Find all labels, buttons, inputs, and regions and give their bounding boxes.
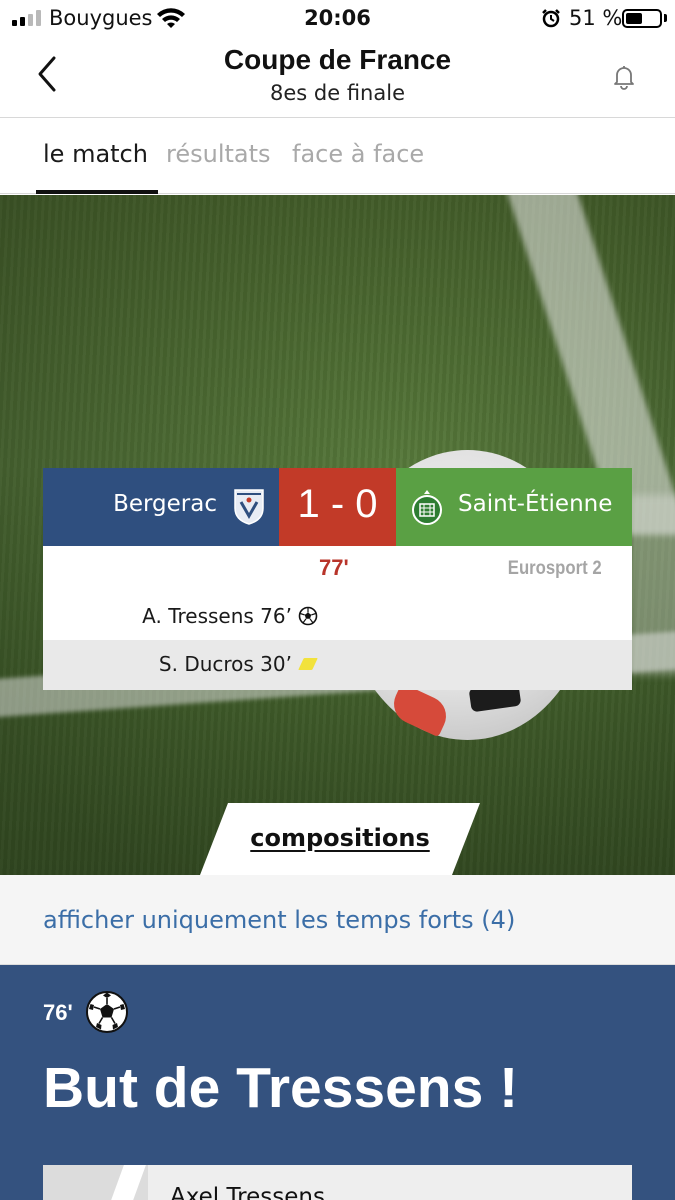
- match-event-row: A. Tressens 76’: [43, 592, 632, 642]
- compositions-link[interactable]: compositions: [200, 824, 480, 852]
- player-name: Axel Tressens: [170, 1184, 325, 1200]
- nav-header: Coupe de France 8es de finale: [0, 40, 675, 118]
- alarm-icon: [542, 9, 560, 28]
- home-team-name: Bergerac: [113, 491, 217, 517]
- saint-etienne-crest-icon: [412, 490, 442, 525]
- highlights-filter-bar: afficher uniquement les temps forts (4): [0, 875, 675, 965]
- player-card[interactable]: Axel Tressens: [43, 1165, 632, 1200]
- battery-icon: [622, 9, 662, 28]
- tab-face-a-face[interactable]: face à face: [292, 140, 424, 168]
- yellow-card-icon: [298, 658, 318, 670]
- page-title: Coupe de France: [223, 44, 452, 75]
- football-icon: [298, 606, 318, 626]
- live-minute: 77': [319, 555, 349, 580]
- home-team-panel: Bergerac: [43, 468, 279, 546]
- card-player-text: S. Ducros 30’: [158, 652, 292, 676]
- battery-level-fill: [626, 13, 642, 24]
- tab-le-match[interactable]: le match: [43, 140, 148, 168]
- score-panel: 1 - 0: [279, 468, 396, 546]
- goal-event-card: 76' But de Tressens ! Axel Tressens: [0, 965, 675, 1200]
- goal-headline: But de Tressens !: [43, 1056, 519, 1120]
- goal-minute: 76': [43, 1000, 73, 1025]
- tab-bar: le match résultats face à face: [0, 118, 675, 194]
- match-score: 1 - 0: [297, 482, 378, 526]
- away-team-panel: Saint-Étienne: [396, 468, 632, 546]
- status-bar: Bouygues 20:06 51 %: [0, 0, 675, 40]
- page-subtitle: 8es de finale: [270, 81, 405, 105]
- bergerac-crest-icon: [234, 489, 264, 525]
- compositions-tab[interactable]: compositions: [200, 803, 480, 875]
- match-event-row: S. Ducros 30’: [43, 640, 632, 690]
- battery-tip: [664, 14, 667, 22]
- tab-resultats[interactable]: résultats: [166, 140, 271, 168]
- active-tab-indicator: [36, 190, 158, 194]
- away-team-name: Saint-Étienne: [458, 491, 613, 517]
- scorecard[interactable]: Bergerac 1 - 0 Saint-Étienne 77' Eurospo…: [43, 468, 632, 690]
- battery-percentage: 51 %: [569, 6, 623, 30]
- tv-channel: Eurosport 2: [508, 558, 602, 579]
- highlights-only-link[interactable]: afficher uniquement les temps forts (4): [43, 906, 515, 934]
- bell-icon[interactable]: [610, 62, 638, 90]
- football-icon: [86, 991, 128, 1033]
- goal-scorer-text: A. Tressens 76’: [142, 604, 292, 628]
